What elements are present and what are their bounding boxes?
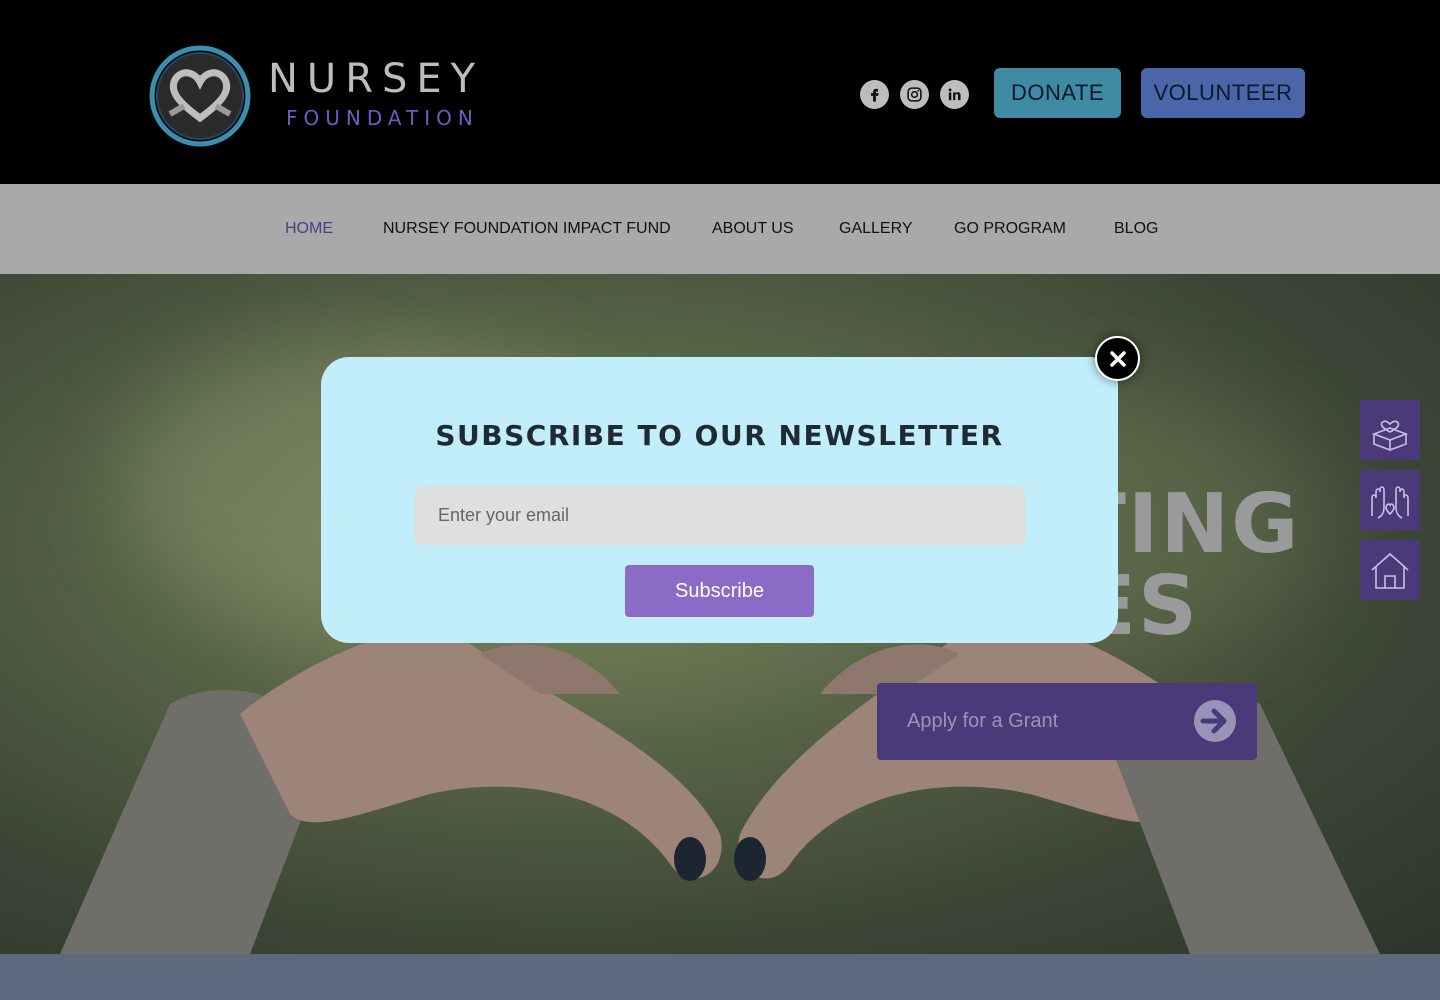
logo[interactable]: NURSEY FOUNDATION [148, 44, 508, 150]
arrow-right-icon [1194, 700, 1236, 742]
nav-item-gallery[interactable]: GALLERY [839, 220, 913, 238]
facebook-icon[interactable] [860, 80, 889, 109]
nav-item-home[interactable]: HOME [285, 220, 333, 238]
close-modal-button[interactable] [1095, 336, 1140, 381]
nav-item-blog[interactable]: BLOG [1114, 220, 1158, 238]
side-volunteer-button[interactable] [1360, 470, 1420, 530]
home-icon [1371, 552, 1409, 589]
modal-title: SUBSCRIBE TO OUR NEWSLETTER [435, 419, 1004, 452]
logo-subtitle: FOUNDATION [286, 106, 479, 130]
nav-item-go-program[interactable]: GO PROGRAM [954, 220, 1066, 238]
nav-item-about-us[interactable]: ABOUT US [712, 220, 794, 238]
helping-hands-icon [1371, 486, 1409, 519]
side-donate-button[interactable] [1360, 400, 1420, 460]
donate-button[interactable]: DONATE [994, 68, 1121, 118]
instagram-icon[interactable] [900, 80, 929, 109]
logo-wordmark: NURSEY [268, 56, 485, 102]
newsletter-modal: SUBSCRIBE TO OUR NEWSLETTER Subscribe [321, 357, 1118, 643]
apply-grant-button[interactable]: Apply for a Grant [877, 683, 1257, 760]
subscribe-button[interactable]: Subscribe [625, 565, 814, 617]
side-home-button[interactable] [1360, 540, 1420, 600]
volunteer-button[interactable]: VOLUNTEER [1141, 68, 1305, 118]
close-icon [1109, 350, 1126, 367]
site-header: NURSEY FOUNDATION DONATE VOLUNTEER [0, 0, 1440, 184]
nav-item-impact-fund[interactable]: NURSEY FOUNDATION IMPACT FUND [383, 220, 671, 238]
logo-heart-hands-icon [149, 45, 251, 147]
donate-box-icon [1371, 420, 1409, 451]
email-field[interactable] [414, 486, 1026, 545]
footer-strip [0, 954, 1440, 1000]
apply-grant-label: Apply for a Grant [907, 710, 1059, 732]
linkedin-icon[interactable] [940, 80, 969, 109]
